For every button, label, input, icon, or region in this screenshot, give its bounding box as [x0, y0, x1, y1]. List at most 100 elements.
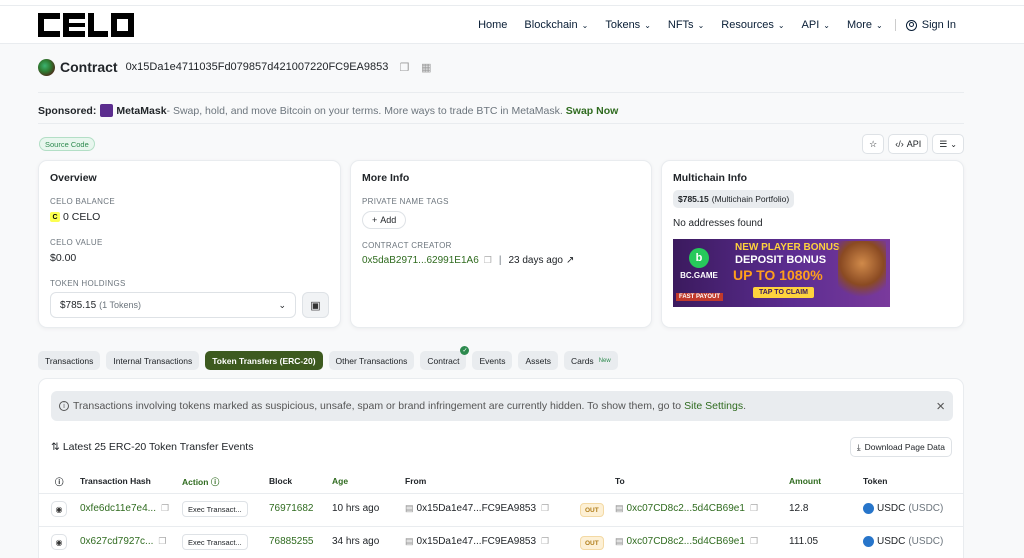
chevron-down-icon: ⌄	[644, 20, 651, 30]
chevron-down-icon: ⌄	[777, 20, 785, 30]
tx-hash-link[interactable]: 0x627cd7927c...	[80, 536, 153, 547]
sort-icon[interactable]: ⇅	[51, 441, 60, 453]
tab-cards[interactable]: Cards New	[564, 351, 618, 370]
external-link-icon[interactable]: ↗	[566, 255, 574, 266]
celo-balance-label: CELO BALANCE	[50, 197, 115, 206]
copy-icon[interactable]: ❐	[158, 536, 166, 547]
from-address[interactable]: 0x15Da1e47...FC9EA9853	[417, 503, 537, 514]
from-address[interactable]: 0x15Da1e47...FC9EA9853	[417, 536, 537, 547]
swap-now-link[interactable]: Swap Now	[566, 105, 619, 117]
copy-icon[interactable]: ❐	[398, 61, 410, 74]
col-action[interactable]: Action ⓘ	[182, 476, 219, 488]
eye-icon[interactable]: ◉	[51, 534, 67, 550]
block-link[interactable]: 76885255	[269, 536, 314, 547]
col-token: Token	[863, 476, 888, 486]
to-address-link[interactable]: 0xc07CD8c2...5d4CB69e1	[627, 503, 745, 514]
nav-tokens[interactable]: Tokens ⌄	[605, 19, 651, 31]
sign-in-link[interactable]: Sign In	[905, 19, 956, 31]
token-holdings-dropdown[interactable]: $785.15 (1 Tokens) ⌄	[50, 292, 296, 318]
download-icon: ⤓	[856, 441, 861, 452]
contract-tabs: Transactions Internal Transactions Token…	[38, 346, 618, 370]
tab-label: Assets	[525, 355, 551, 366]
nav-nfts[interactable]: NFTs ⌄	[668, 19, 704, 31]
more-options-button[interactable]: ☰ ⌄	[932, 134, 964, 154]
tx-hash-link[interactable]: 0xfe6dc11e7e4...	[80, 503, 156, 514]
copy-icon[interactable]: ❐	[750, 503, 758, 514]
wallet-icon[interactable]: ▣	[302, 292, 329, 318]
sponsor-brand[interactable]: MetaMask	[116, 105, 166, 117]
multichain-portfolio-badge[interactable]: $785.15 (Multichain Portfolio)	[673, 190, 795, 208]
creator-tx-age[interactable]: 23 days ago	[508, 255, 563, 266]
hidden-tokens-alert: i Transactions involving tokens marked a…	[51, 391, 953, 421]
contract-creator-label: CONTRACT CREATOR	[362, 241, 452, 250]
nav-api[interactable]: API ⌄	[802, 19, 830, 31]
contract-creator-row: 0x5daB2971...62991E1A6 ❐ | 23 days ago ↗	[362, 255, 574, 266]
sponsor-text: - Swap, hold, and move Bitcoin on your t…	[166, 104, 563, 117]
ad-headline-3: UP TO 1080%	[733, 267, 823, 283]
plus-icon: +	[372, 215, 378, 225]
qr-code-icon[interactable]: ▦	[420, 61, 432, 74]
verified-check-icon: ✓	[460, 346, 470, 355]
transfer-summary-text: Latest 25 ERC-20 Token Transfer Events	[62, 441, 254, 453]
tab-token-transfers[interactable]: Token Transfers (ERC-20)	[205, 351, 323, 370]
more-info-card: More Info PRIVATE NAME TAGS + Add CONTRAC…	[350, 160, 652, 328]
col-block: Block	[269, 476, 293, 486]
col-age[interactable]: Age	[332, 476, 348, 486]
site-settings-link[interactable]: Site Settings	[684, 400, 743, 412]
overview-title: Overview	[50, 172, 97, 184]
multichain-info-title: Multichain Info	[673, 172, 748, 184]
tap-to-claim-button: TAP TO CLAIM	[753, 287, 814, 298]
col-amount[interactable]: Amount	[789, 476, 821, 486]
help-icon[interactable]: ⓘ	[55, 476, 64, 488]
token-link[interactable]: USDC (USDC)	[863, 536, 943, 547]
multichain-info-card: Multichain Info $785.15 (Multichain Port…	[661, 160, 964, 328]
close-icon[interactable]: ×	[936, 398, 945, 415]
block-link[interactable]: 76971682	[269, 503, 314, 514]
token-transfers-panel: i Transactions involving tokens marked a…	[38, 378, 964, 558]
nav-api-label: API	[801, 19, 820, 31]
tab-assets[interactable]: Assets	[518, 351, 558, 370]
age-text: 10 hrs ago	[332, 503, 380, 514]
source-code-badge[interactable]: Source Code	[39, 137, 95, 151]
tab-contract[interactable]: Contract ✓	[420, 346, 470, 370]
age-text: 34 hrs ago	[332, 536, 380, 547]
favorite-star-button[interactable]: ☆	[862, 134, 885, 154]
out-badge: OUT	[580, 503, 604, 517]
celo-logo[interactable]	[38, 13, 134, 37]
nav-more[interactable]: More ⌄	[847, 19, 883, 31]
tab-other-transactions[interactable]: Other Transactions	[328, 351, 415, 370]
token-link[interactable]: USDC (USDC)	[863, 503, 943, 514]
tab-transactions[interactable]: Transactions	[38, 351, 101, 370]
copy-icon[interactable]: ❐	[161, 503, 169, 514]
bc-game-logo: b BC.GAME	[677, 242, 721, 286]
copy-icon[interactable]: ❐	[541, 536, 549, 547]
amount-value: 12.8	[789, 503, 809, 514]
chevron-down-icon: ⌄	[950, 139, 957, 149]
nav-tokens-label: Tokens	[605, 19, 641, 31]
bc-game-brand: BC.GAME	[680, 271, 718, 280]
download-page-data-button[interactable]: ⤓ Download Page Data	[849, 437, 952, 457]
token-symbol: (USDC)	[908, 503, 944, 514]
copy-icon[interactable]: ❐	[484, 255, 492, 266]
add-name-tag-button[interactable]: + Add	[362, 211, 407, 229]
api-button[interactable]: ‹/› API	[888, 134, 929, 154]
alert-text: Transactions involving tokens marked as …	[73, 400, 682, 412]
nav-home[interactable]: Home	[478, 19, 507, 31]
tab-events[interactable]: Events	[472, 351, 513, 370]
nav-resources[interactable]: Resources ⌄	[721, 19, 784, 31]
divider	[38, 92, 964, 93]
page-title: Contract	[60, 59, 118, 75]
tab-internal-transactions[interactable]: Internal Transactions	[106, 351, 200, 370]
to-address-link[interactable]: 0xc07CD8c2...5d4CB69e1	[627, 536, 745, 547]
contract-address: 0x15Da1e4711035Fd079857d421007220FC9EA98…	[125, 61, 389, 73]
nav-blockchain[interactable]: Blockchain ⌄	[524, 19, 588, 31]
separator: |	[498, 255, 502, 266]
list-icon: ☰	[939, 138, 948, 149]
nav-home-label: Home	[478, 19, 508, 31]
bc-game-ad-banner[interactable]: b BC.GAME FAST PAYOUT NEW PLAYER BONUS D…	[673, 239, 890, 307]
no-addresses-text: No addresses found	[673, 218, 763, 229]
eye-icon[interactable]: ◉	[51, 501, 67, 517]
copy-icon[interactable]: ❐	[750, 536, 758, 547]
creator-address-link[interactable]: 0x5daB2971...62991E1A6	[362, 255, 479, 266]
copy-icon[interactable]: ❐	[541, 503, 549, 514]
